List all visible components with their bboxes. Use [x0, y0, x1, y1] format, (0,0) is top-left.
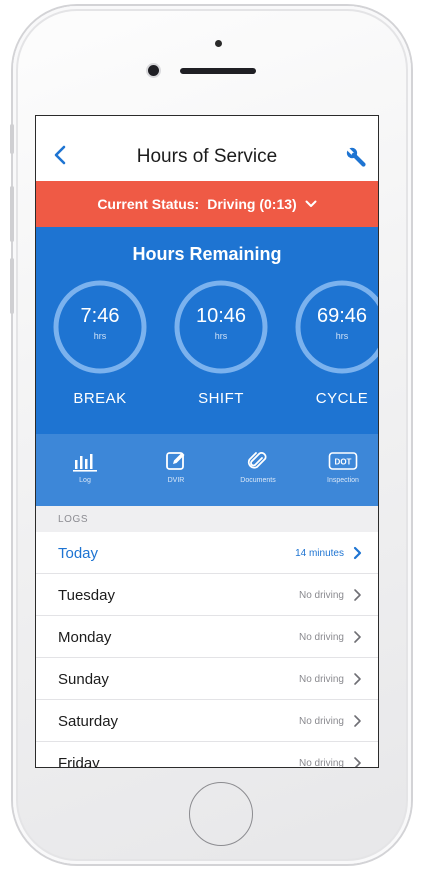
hours-remaining-title: Hours Remaining [132, 244, 282, 264]
log-row[interactable]: Saturday No driving [36, 700, 378, 742]
log-row[interactable]: Tuesday No driving [36, 574, 378, 616]
chevron-right-icon [354, 673, 361, 685]
shift-hours-value: 10:46 [195, 305, 247, 327]
cycle-hours-value: 69:46 [316, 305, 368, 327]
mute-switch [10, 124, 14, 154]
cycle-label: CYCLE [315, 390, 369, 407]
volume-down-button [10, 258, 14, 314]
log-day: Monday [58, 629, 112, 646]
toolbar-dvir[interactable]: DVIR [141, 450, 211, 500]
chevron-right-icon [354, 589, 361, 601]
home-button[interactable] [189, 782, 253, 846]
log-row-today[interactable]: Today 14 minutes [36, 532, 378, 574]
toolbar-log[interactable]: Log [50, 450, 120, 500]
page-title: Hours of Service [136, 146, 278, 167]
break-label: BREAK [73, 390, 127, 407]
paperclip-icon [247, 452, 267, 469]
edit-icon [166, 452, 185, 470]
earpiece-speaker [180, 68, 256, 74]
log-status: No driving [298, 758, 344, 768]
log-status: No driving [298, 674, 344, 685]
toolbar-inspection[interactable]: DOT Inspection [308, 450, 378, 500]
log-day: Today [58, 545, 99, 562]
toolbar-dvir-label: DVIR [167, 477, 185, 484]
break-gauge: 7:46 hrs [52, 279, 148, 375]
front-camera [148, 65, 159, 76]
log-row[interactable]: Sunday No driving [36, 658, 378, 700]
dot-badge-icon: DOT [328, 452, 358, 470]
logs-section-header: LOGS [36, 506, 378, 532]
hours-remaining-panel: Hours Remaining 7:46 hrs BREAK 10:46 hrs… [36, 227, 378, 434]
toolbar-log-label: Log [79, 477, 91, 484]
cycle-gauge: 69:46 hrs [294, 279, 378, 375]
shift-label: SHIFT [198, 390, 244, 407]
log-day: Friday [58, 755, 100, 768]
volume-up-button [10, 186, 14, 242]
log-status: No driving [298, 590, 344, 601]
break-hours-unit: hrs [93, 331, 107, 341]
log-status: No driving [298, 632, 344, 643]
logs-header-label: LOGS [58, 514, 89, 525]
log-status: No driving [298, 716, 344, 727]
bar-chart-icon [73, 454, 97, 472]
cycle-hours-unit: hrs [335, 331, 349, 341]
chevron-right-icon [354, 715, 361, 727]
log-day: Tuesday [58, 587, 115, 604]
break-hours-value: 7:46 [80, 305, 120, 327]
toolbar-documents-label: Documents [240, 477, 276, 484]
shift-hours-unit: hrs [214, 331, 228, 341]
wrench-icon[interactable] [346, 147, 366, 167]
toolbar-documents[interactable]: Documents [223, 450, 293, 500]
action-toolbar: Log DVIR Documents DOT Inspection [36, 434, 378, 506]
dot-badge-text: DOT [335, 458, 352, 467]
app-screen: Hours of Service Current Status: Driving… [35, 115, 379, 768]
chevron-right-icon [354, 631, 361, 643]
status-value: Driving (0:13) [207, 196, 297, 212]
log-day: Saturday [58, 713, 119, 730]
status-prefix: Current Status: [97, 196, 200, 212]
current-status-dropdown[interactable]: Current Status: Driving (0:13) [36, 181, 378, 227]
chevron-right-icon [354, 757, 361, 767]
shift-gauge: 10:46 hrs [173, 279, 269, 375]
log-row[interactable]: Monday No driving [36, 616, 378, 658]
log-status: 14 minutes [295, 548, 344, 559]
log-day: Sunday [58, 671, 109, 688]
sensor-dot [215, 40, 222, 47]
chevron-down-icon [305, 200, 317, 207]
log-row[interactable]: Friday No driving [36, 742, 378, 768]
nav-bar: Hours of Service [36, 116, 378, 181]
chevron-right-icon [353, 546, 362, 560]
toolbar-inspection-label: Inspection [327, 477, 359, 484]
